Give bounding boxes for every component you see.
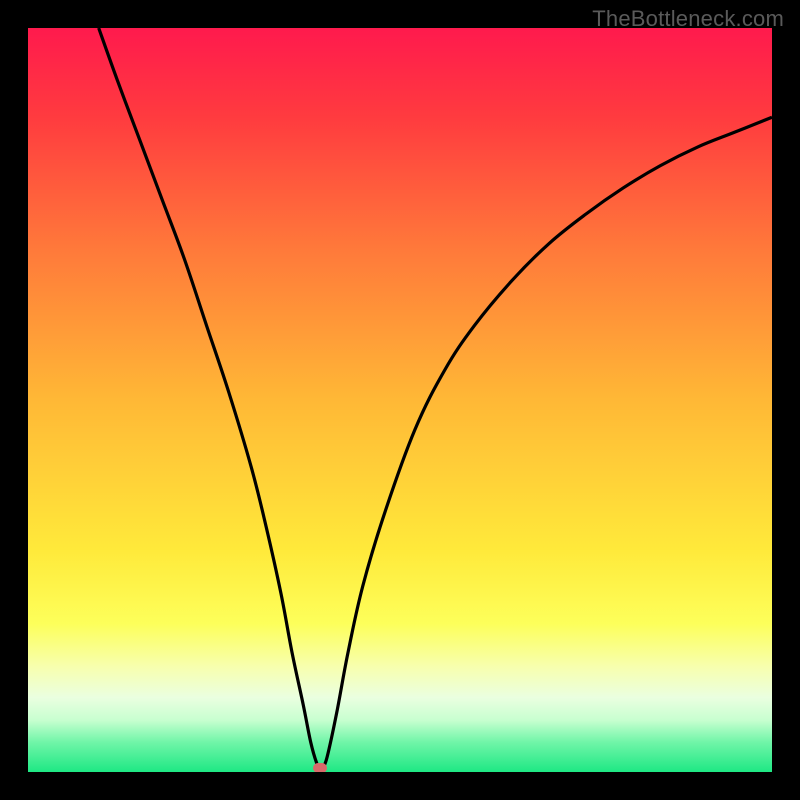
curve-path bbox=[99, 28, 772, 769]
bottleneck-curve bbox=[28, 28, 772, 772]
plot-area bbox=[28, 28, 772, 772]
watermark-text: TheBottleneck.com bbox=[592, 6, 784, 32]
min-point-marker bbox=[313, 763, 327, 772]
